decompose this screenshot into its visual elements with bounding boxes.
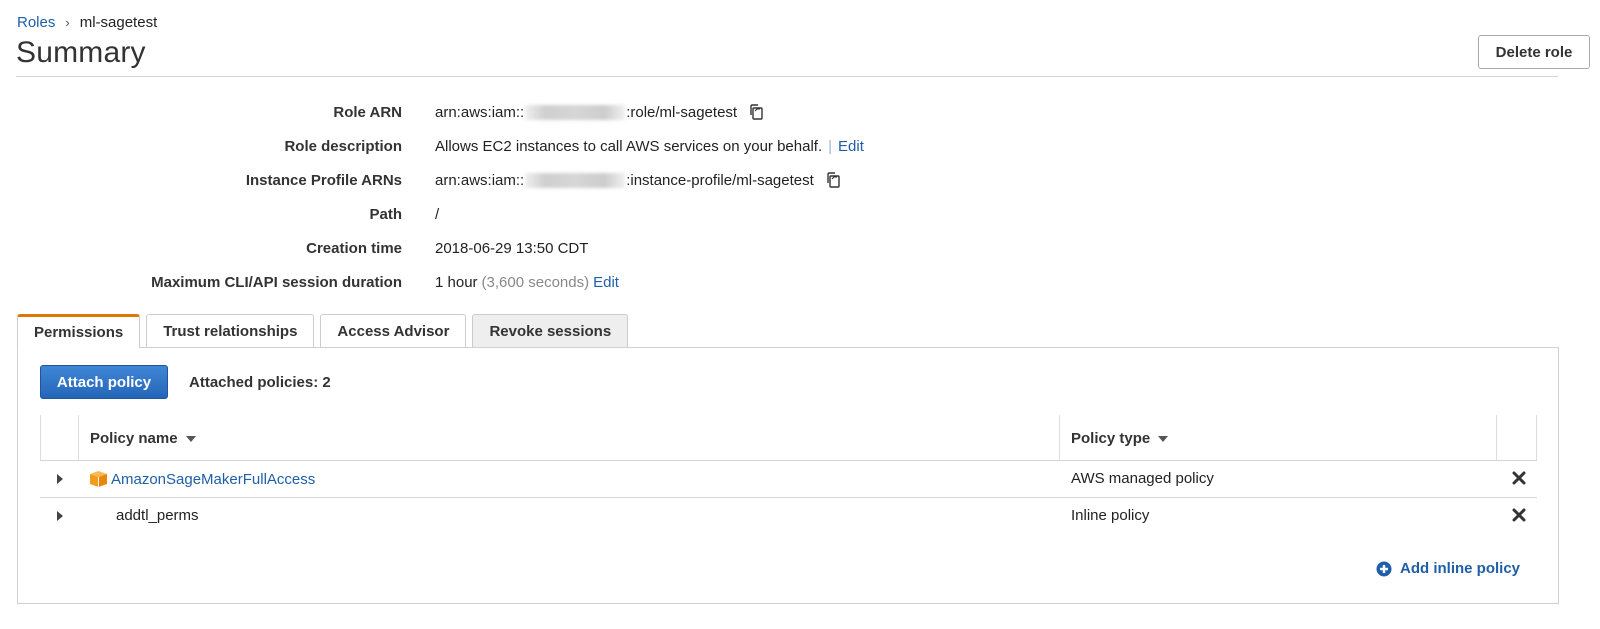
role-description-value: Allows EC2 instances to call AWS service… — [435, 138, 864, 155]
tab-access-advisor[interactable]: Access Advisor — [320, 314, 467, 347]
policy-name-cell: addtl_perms — [116, 507, 199, 524]
max-session-duration-text: 1 hour — [435, 273, 478, 291]
expand-row-icon[interactable] — [57, 474, 63, 484]
table-row: AmazonSageMakerFullAccess AWS managed po… — [40, 461, 1537, 498]
remove-policy-icon[interactable] — [1511, 470, 1527, 486]
role-arn-suffix: :role/ml-sagetest — [626, 103, 738, 121]
creation-time-label: Creation time — [306, 239, 402, 257]
breadcrumb-roles-link[interactable]: Roles — [17, 14, 55, 31]
policy-name-cell: AmazonSageMakerFullAccess — [89, 470, 315, 488]
role-arn-value: arn:aws:iam:: :role/ml-sagetest — [435, 103, 765, 121]
instance-profile-arn-prefix: arn:aws:iam:: — [435, 171, 525, 189]
instance-profile-arn-suffix: :instance-profile/ml-sagetest — [626, 171, 814, 189]
redacted-account-id — [525, 172, 626, 188]
breadcrumb: Roles › ml-sagetest — [17, 14, 157, 31]
tab-permissions[interactable]: Permissions — [17, 314, 141, 348]
delete-role-button[interactable]: Delete role — [1478, 35, 1590, 69]
creation-time-value: 2018-06-29 13:50 CDT — [435, 239, 589, 257]
tab-trust-relationships[interactable]: Trust relationships — [146, 314, 315, 347]
instance-profile-arn-value: arn:aws:iam:: :instance-profile/ml-saget… — [435, 171, 842, 189]
column-divider — [1536, 415, 1537, 460]
policy-link-amazonsagemakerfullaccess[interactable]: AmazonSageMakerFullAccess — [111, 471, 315, 488]
title-divider — [16, 76, 1558, 77]
add-inline-policy-link[interactable]: Add inline policy — [1376, 560, 1520, 577]
remove-policy-icon[interactable] — [1511, 507, 1527, 523]
plus-circle-icon — [1376, 561, 1392, 576]
table-row: addtl_perms Inline policy — [40, 498, 1537, 535]
column-divider — [1496, 415, 1497, 460]
column-header-policy-name[interactable]: Policy name — [90, 430, 196, 447]
column-divider — [40, 415, 41, 460]
redacted-account-id — [525, 104, 626, 120]
role-arn-label: Role ARN — [333, 103, 402, 121]
copy-icon[interactable] — [747, 103, 765, 121]
role-tabs: Permissions Trust relationships Access A… — [17, 314, 634, 348]
edit-description-link[interactable]: Edit — [838, 138, 864, 155]
separator: | — [828, 137, 833, 155]
path-label: Path — [369, 205, 402, 223]
policy-type-header-label: Policy type — [1071, 430, 1151, 447]
policy-name-header-label: Policy name — [90, 430, 178, 447]
edit-session-duration-link[interactable]: Edit — [593, 274, 619, 291]
aws-managed-box-icon — [90, 471, 107, 487]
page-title: Summary — [16, 36, 146, 69]
policy-table: Policy name Policy type AmazonSageMakerF… — [40, 415, 1537, 535]
max-session-duration-label: Maximum CLI/API session duration — [151, 273, 402, 291]
policy-type-cell: Inline policy — [1071, 507, 1150, 524]
expand-row-icon[interactable] — [57, 511, 63, 521]
role-description-label: Role description — [284, 137, 402, 155]
max-session-duration-value: 1 hour (3,600 seconds) Edit — [435, 274, 619, 291]
column-header-policy-type[interactable]: Policy type — [1071, 430, 1169, 447]
role-arn-prefix: arn:aws:iam:: — [435, 103, 525, 121]
iam-role-summary-page: Roles › ml-sagetest Summary Delete role … — [0, 0, 1600, 629]
attach-policy-button[interactable]: Attach policy — [40, 365, 168, 399]
add-inline-policy-label: Add inline policy — [1400, 560, 1521, 577]
column-divider — [78, 415, 79, 460]
policy-name-addtl-perms[interactable]: addtl_perms — [116, 507, 199, 524]
policy-type-cell: AWS managed policy — [1071, 470, 1214, 487]
breadcrumb-separator-icon: › — [65, 15, 70, 30]
copy-icon[interactable] — [824, 171, 842, 189]
attached-policies-count: Attached policies: 2 — [189, 374, 331, 391]
tab-revoke-sessions[interactable]: Revoke sessions — [472, 314, 629, 347]
path-value: / — [435, 205, 440, 223]
permissions-panel: Attach policy Attached policies: 2 Polic… — [17, 347, 1559, 604]
max-session-duration-seconds: (3,600 seconds) — [481, 273, 590, 291]
breadcrumb-current: ml-sagetest — [79, 14, 158, 31]
caret-down-icon — [1158, 435, 1169, 442]
instance-profile-arns-label: Instance Profile ARNs — [245, 171, 402, 189]
table-header: Policy name Policy type — [40, 415, 1537, 461]
caret-down-icon — [185, 435, 196, 442]
role-description-text: Allows EC2 instances to call AWS service… — [435, 137, 823, 155]
column-divider — [1059, 415, 1060, 460]
